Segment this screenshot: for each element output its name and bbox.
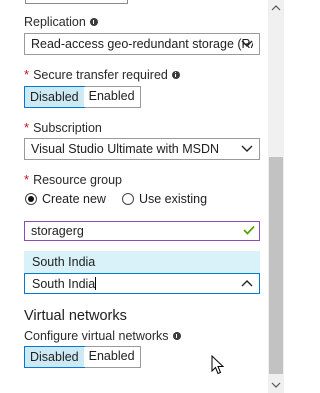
info-icon[interactable]: [171, 70, 180, 79]
chevron-up-icon: [241, 280, 253, 287]
info-icon[interactable]: [89, 18, 98, 26]
create-new-label[interactable]: Create new: [42, 192, 106, 206]
create-new-radio[interactable]: [25, 193, 37, 205]
resource-group-label-row: * Resource group: [24, 172, 122, 187]
subscription-select[interactable]: Visual Studio Ultimate with MSDN: [24, 138, 260, 160]
mouse-pointer-icon: [211, 355, 225, 375]
location-select[interactable]: South India: [24, 273, 260, 294]
replication-label: Replication: [24, 15, 86, 29]
configure-vnets-label: Configure virtual networks: [24, 329, 169, 343]
location-dropdown-option[interactable]: South India: [24, 251, 260, 273]
secure-transfer-toggle: Disabled Enabled: [24, 86, 141, 108]
resource-group-radio-group: Create new Use existing: [25, 192, 207, 206]
location-option-label: South India: [32, 255, 96, 269]
resource-group-name-value: storagerg: [31, 224, 84, 238]
resource-group-name-input[interactable]: storagerg: [24, 221, 260, 241]
configure-vnets-label-row: Configure virtual networks: [24, 329, 181, 343]
info-icon[interactable]: [172, 332, 181, 340]
checkmark-icon: [243, 225, 255, 235]
use-existing-label[interactable]: Use existing: [139, 192, 207, 206]
secure-transfer-enabled-option[interactable]: Enabled: [83, 87, 140, 107]
location-value: South India: [32, 277, 96, 291]
text-caret: [95, 277, 97, 290]
subscription-label-row: * Subscription: [24, 120, 102, 135]
previous-control-edge: [25, 0, 128, 4]
vnets-enabled-option[interactable]: Enabled: [83, 347, 140, 367]
storage-account-form-panel: Replication Read-access geo-redundant st…: [0, 0, 266, 393]
replication-value: Read-access geo-redundant storage (RA-..…: [31, 37, 253, 51]
required-asterisk: *: [24, 67, 30, 82]
resource-group-label: Resource group: [33, 172, 123, 187]
vnets-disabled-option[interactable]: Disabled: [24, 346, 85, 368]
chevron-down-icon: [241, 145, 253, 152]
secure-transfer-label-row: * Secure transfer required: [24, 67, 180, 82]
use-existing-radio[interactable]: [121, 193, 134, 205]
scrollbar-thumb[interactable]: [269, 157, 283, 374]
required-asterisk: *: [24, 120, 30, 135]
virtual-networks-heading: Virtual networks: [24, 308, 127, 324]
required-asterisk: *: [24, 172, 30, 187]
scroll-down-arrow-icon[interactable]: [268, 377, 284, 393]
replication-label-row: Replication: [24, 15, 98, 29]
replication-select[interactable]: Read-access geo-redundant storage (RA-..…: [24, 33, 260, 55]
secure-transfer-disabled-option[interactable]: Disabled: [24, 86, 85, 108]
subscription-label: Subscription: [33, 120, 102, 135]
subscription-value: Visual Studio Ultimate with MSDN: [31, 142, 220, 156]
secure-transfer-label: Secure transfer required: [33, 67, 168, 82]
configure-vnets-toggle: Disabled Enabled: [24, 346, 141, 368]
chevron-down-icon: [241, 40, 253, 47]
scroll-up-arrow-icon[interactable]: [268, 0, 284, 16]
